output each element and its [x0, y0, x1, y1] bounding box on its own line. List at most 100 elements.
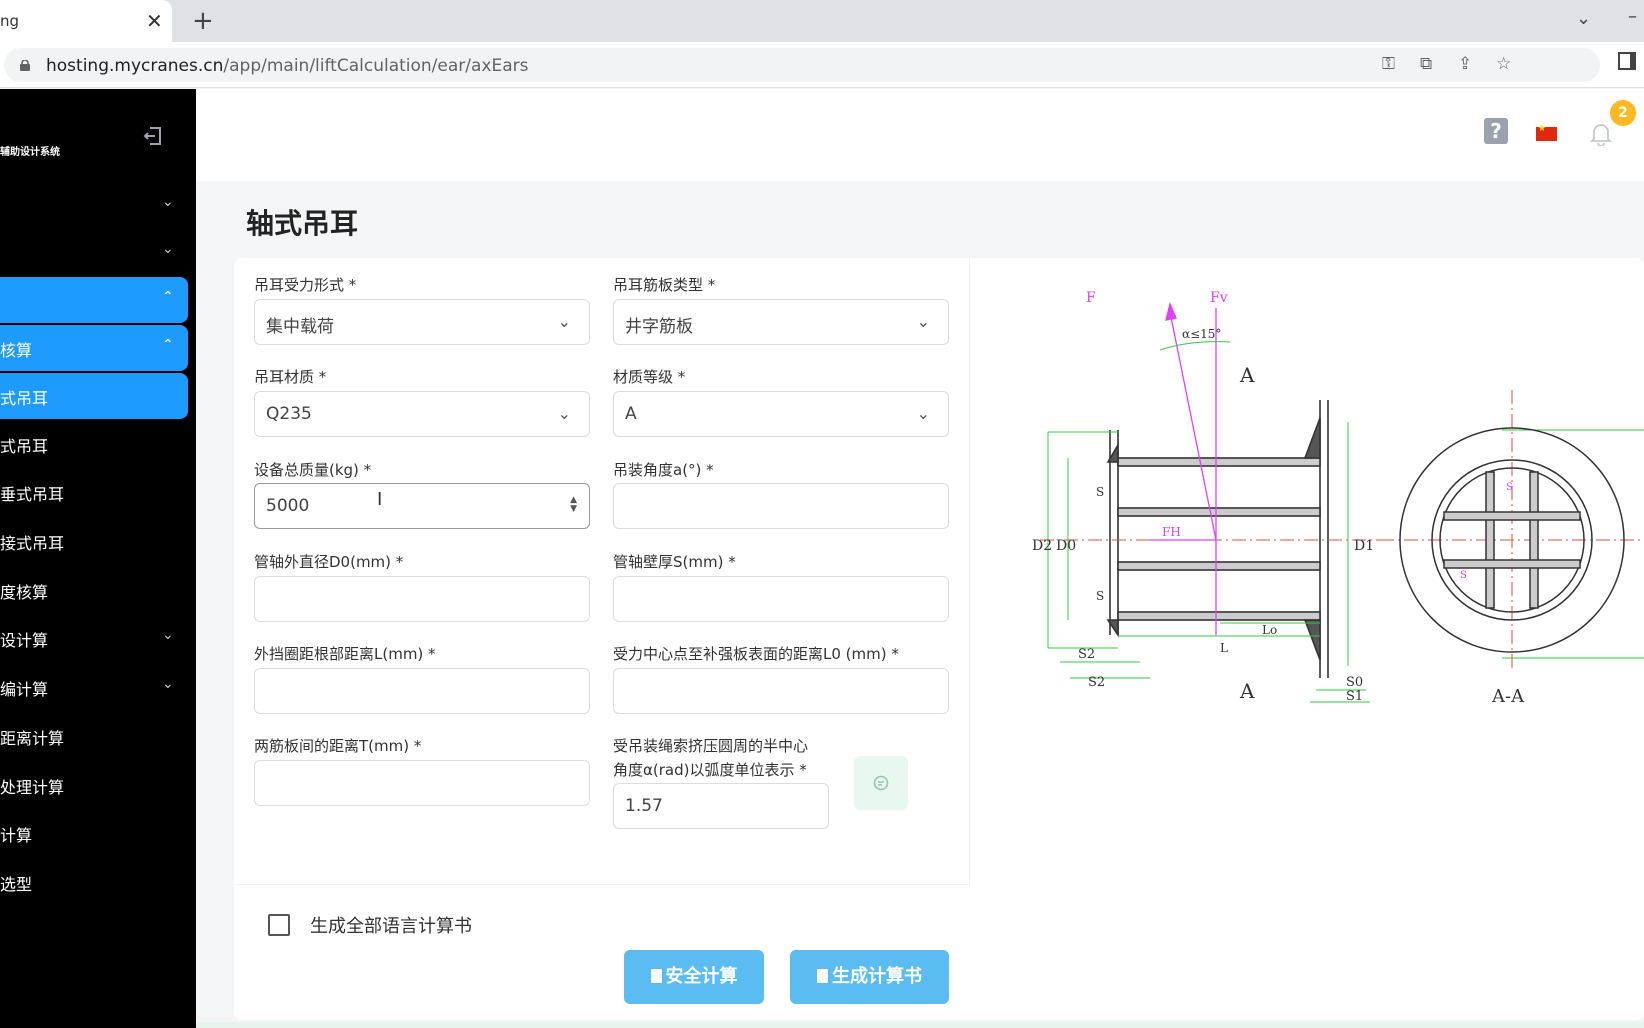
address-bar: hosting.mycranes.cn/app/main/liftCalcula…: [0, 42, 1644, 88]
sidebar-item-ear-2[interactable]: 式吊耳: [0, 421, 188, 467]
sidebar-item-label: 式吊耳: [0, 437, 49, 456]
sidebar-item-calc-3[interactable]: 计算: [0, 810, 188, 856]
lift-angle-label: 吊装角度a(°) *: [613, 461, 714, 479]
shaft-od-input[interactable]: [254, 576, 590, 622]
ring-distance-input[interactable]: [254, 668, 590, 714]
sidebar-item-calc-2[interactable]: 编计算 ⌄: [0, 664, 188, 710]
material-label: 吊耳材质 *: [254, 368, 327, 386]
side-panel-icon[interactable]: [1618, 52, 1636, 70]
safety-calculation-button[interactable]: 安全计算: [624, 950, 764, 1004]
tab-search-chevron-icon[interactable]: ⌄: [1576, 8, 1591, 29]
rib-type-label: 吊耳筋板类型 *: [613, 276, 716, 294]
chevron-down-icon: ⌄: [557, 404, 571, 423]
drawing-label: D0: [1056, 538, 1076, 554]
chevron-up-icon: ⌃: [162, 289, 174, 305]
bookmark-star-icon[interactable]: ☆: [1496, 54, 1511, 74]
document-icon: [817, 969, 828, 983]
drawing-label: D2: [1032, 538, 1052, 554]
drawing-label: Fv: [1210, 290, 1228, 306]
ring-distance-label: 外挡圈距根部距离L(mm) *: [254, 645, 436, 663]
rib-spacing-input[interactable]: [254, 760, 590, 806]
sidebar-item-2[interactable]: ⌄: [0, 229, 188, 275]
generate-report-button[interactable]: 生成计算书: [790, 950, 949, 1004]
help-icon[interactable]: ?: [1484, 118, 1508, 144]
all-languages-checkbox[interactable]: [268, 914, 290, 936]
sidebar-item-label: 度核算: [0, 583, 49, 602]
sidebar-item-label: 接式吊耳: [0, 534, 65, 553]
hint-button[interactable]: [854, 756, 908, 810]
sidebar-item-treatment[interactable]: 处理计算: [0, 762, 188, 808]
chevron-down-icon: ⌄: [162, 241, 174, 257]
minimize-icon[interactable]: –: [1628, 6, 1637, 27]
shaft-wall-input[interactable]: [613, 576, 949, 622]
center-lines: [1040, 390, 1644, 670]
force-vectors: [1150, 301, 1217, 635]
drawing-label: L: [1220, 641, 1228, 655]
sidebar-item-label: 选型: [0, 875, 33, 894]
divider: [234, 884, 970, 885]
chevron-up-icon: ⌃: [162, 337, 174, 353]
sidebar-item-label: 垂式吊耳: [0, 485, 65, 504]
sidebar-item-design[interactable]: 设计算 ⌄: [0, 615, 188, 661]
drawing-label: A-A: [1491, 686, 1525, 707]
sidebar-item-axial-ear[interactable]: 式吊耳: [0, 373, 188, 419]
text-cursor-icon: Ⅰ: [377, 489, 383, 510]
url-text[interactable]: hosting.mycranes.cn/app/main/liftCalcula…: [46, 56, 529, 76]
sidebar-item-3[interactable]: ⌃: [0, 277, 188, 323]
chevron-down-icon: ⌄: [557, 312, 571, 331]
drawing-label: A: [1239, 363, 1255, 387]
half-angle-input[interactable]: 1.57: [613, 783, 829, 829]
drawing-label: S: [1096, 589, 1104, 603]
total-mass-input[interactable]: 5000 ▲ ▼: [254, 483, 590, 529]
material-select[interactable]: Q235 ⌄: [254, 391, 590, 437]
translate-icon[interactable]: ⧉: [1420, 54, 1432, 74]
calculator-icon: [650, 969, 662, 983]
total-mass-label: 设备总质量(kg) *: [254, 461, 372, 479]
safety-calculation-label: 安全计算: [665, 966, 738, 987]
axial-ear-drawing: F Fv α≤15° A FH D2 D0 D1 S S Lo L S2 S2 …: [1032, 290, 1644, 707]
browser-tab[interactable]: ng ✕: [0, 0, 172, 42]
shaft-wall-label: 管轴壁厚S(mm) *: [613, 553, 736, 571]
force-center-input[interactable]: [613, 668, 949, 714]
sidebar-item-ear-4[interactable]: 接式吊耳: [0, 518, 188, 564]
china-flag-icon[interactable]: ★: [1536, 124, 1557, 141]
material-value: Q235: [266, 404, 312, 424]
sidebar-item-label: 处理计算: [0, 778, 65, 797]
sidebar-item-1[interactable]: ⌄: [0, 182, 188, 228]
sidebar-item-label: 设计算: [0, 631, 49, 650]
drawing-label: S2: [1088, 675, 1105, 690]
rib-type-select[interactable]: 井字筋板 ⌄: [613, 299, 949, 345]
sidebar-item-calculation[interactable]: 核算 ⌃: [0, 325, 188, 371]
shaft-od-label: 管轴外直径D0(mm) *: [254, 553, 404, 571]
key-icon[interactable]: ⚿: [1382, 54, 1395, 74]
new-tab-icon[interactable]: +: [192, 6, 214, 36]
sidebar-item-label: 距离计算: [0, 729, 65, 748]
drawing-label: A: [1239, 679, 1255, 703]
brand-name: 辅助设计系统: [0, 147, 60, 158]
half-angle-label-line2: 角度α(rad)以弧度单位表示 *: [613, 761, 807, 779]
chevron-down-icon: ⌄: [916, 312, 930, 331]
grade-value: A: [625, 404, 637, 424]
sidebar-item-strength[interactable]: 度核算: [0, 567, 188, 613]
chevron-down-icon: ⌄: [162, 627, 174, 643]
drawing-label: S: [1460, 570, 1467, 581]
collapse-sidebar-icon[interactable]: [142, 125, 164, 147]
grade-select[interactable]: A ⌄: [613, 391, 949, 437]
sidebar-item-selection[interactable]: 选型: [0, 859, 188, 905]
share-icon[interactable]: ⇪: [1458, 54, 1472, 74]
load-form-select[interactable]: 集中载荷 ⌄: [254, 299, 590, 345]
drawing-label: D1: [1354, 538, 1374, 554]
half-angle-value: 1.57: [625, 796, 663, 816]
drawing-label: S1: [1346, 689, 1363, 704]
page-title: 轴式吊耳: [246, 207, 359, 240]
omnibox[interactable]: hosting.mycranes.cn/app/main/liftCalcula…: [4, 48, 1600, 82]
load-form-value: 集中载荷: [266, 317, 334, 337]
sidebar-item-label: 编计算: [0, 680, 49, 699]
sidebar-item-ear-3[interactable]: 垂式吊耳: [0, 469, 188, 515]
bell-icon[interactable]: [1590, 122, 1612, 146]
close-tab-icon[interactable]: ✕: [146, 9, 163, 33]
rib-spacing-label: 两筋板间的距离T(mm) *: [254, 737, 422, 755]
lift-angle-input[interactable]: [613, 483, 949, 529]
sidebar-item-distance[interactable]: 距离计算: [0, 713, 188, 759]
number-spinner-icon[interactable]: ▲ ▼: [570, 496, 577, 514]
